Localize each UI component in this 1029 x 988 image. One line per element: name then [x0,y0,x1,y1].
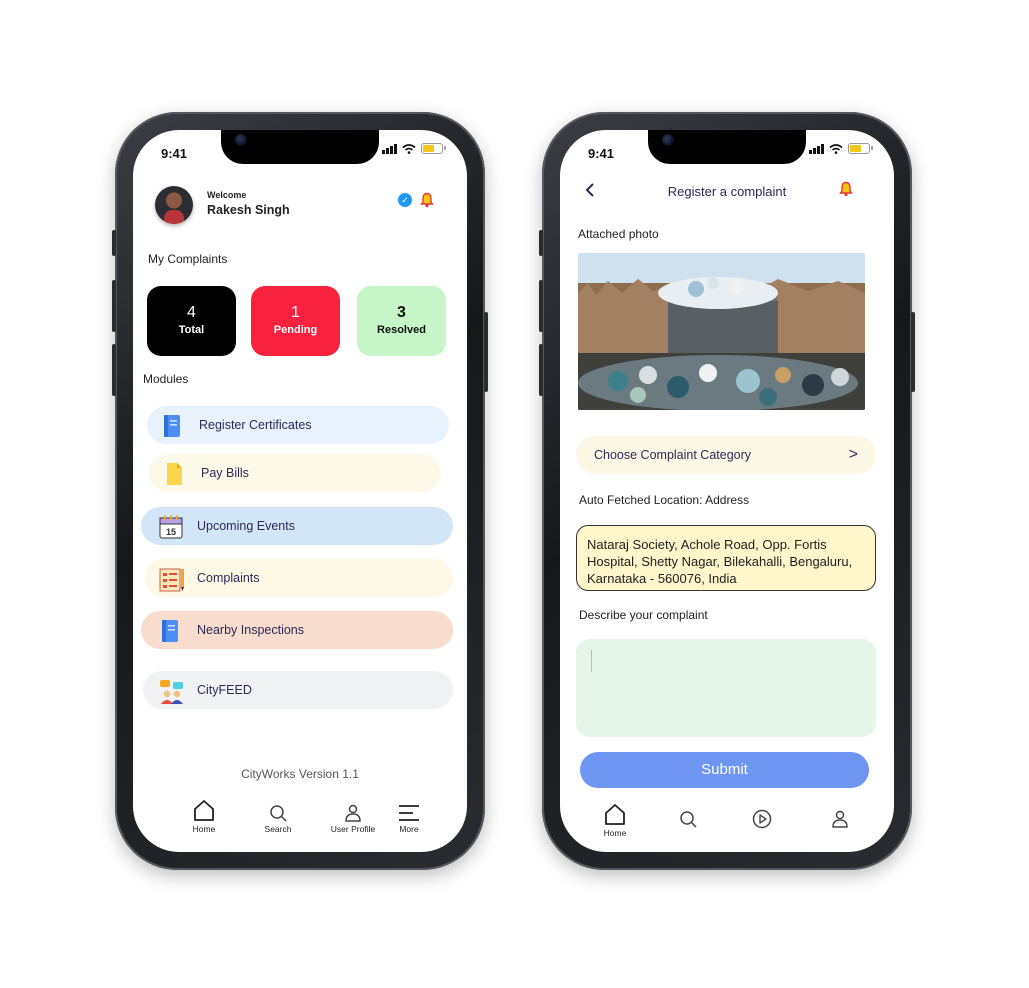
document-icon [163,462,185,485]
address-field[interactable]: Nataraj Society, Achole Road, Opp. Forti… [576,525,876,591]
status-time: 9:41 [588,146,615,161]
power-button [484,312,488,392]
bell-icon[interactable] [419,192,435,208]
nav-label: More [399,824,419,834]
module-nearby-inspections[interactable]: Nearby Inspections [141,611,453,649]
nav-user-profile[interactable]: User Profile [325,804,381,834]
module-complaints[interactable]: Complaints [145,559,453,597]
module-pay-bills[interactable]: Pay Bills [149,454,441,492]
wifi-icon [402,143,416,154]
bell-icon[interactable] [838,181,854,197]
volume-up-button [112,280,116,332]
volume-up-button [539,280,543,332]
nav-user[interactable] [830,810,850,830]
wifi-icon [829,143,843,154]
verified-icon: ✓ [398,193,412,207]
calendar-icon: 15 [159,515,183,539]
signal-icon [809,143,824,154]
play-icon [752,809,772,829]
category-label: Choose Complaint Category [594,448,752,462]
submit-button[interactable]: Submit [580,752,869,788]
checklist-icon [159,567,184,592]
module-label: Pay Bills [201,466,249,480]
search-icon [680,811,697,828]
mute-switch [539,230,543,256]
stat-pending-label: Pending [273,324,318,336]
notch [648,130,806,164]
book-icon [161,414,183,437]
text-caret [591,650,592,672]
stat-total[interactable]: 4 Total [147,286,236,356]
nav-play[interactable] [752,809,772,831]
battery-icon [848,143,873,154]
battery-icon [421,143,446,154]
nav-home[interactable]: Home [185,798,223,834]
chevron-right-icon: > [848,446,858,463]
stat-total-label: Total [178,324,205,336]
nav-label: Home [603,828,627,838]
home-screen: 9:41 Welcome Rakesh Singh ✓ My Complaint… [133,130,467,852]
notch [221,130,379,164]
mute-switch [112,230,116,256]
home-phone: 9:41 Welcome Rakesh Singh ✓ My Complaint… [112,112,488,870]
stat-total-value: 4 [187,304,196,321]
power-button [911,312,915,392]
user-icon [345,804,361,822]
welcome-text: Welcome [207,190,247,200]
status-icons [809,143,873,154]
describe-label: Describe your complaint [579,608,708,622]
module-label: Register Certificates [199,418,312,432]
stat-resolved-label: Resolved [377,324,426,336]
chat-people-icon [159,679,183,704]
module-label: Upcoming Events [197,519,295,533]
app-version: CityWorks Version 1.1 [241,767,359,781]
svg-text:15: 15 [166,527,176,537]
nav-label: Home [192,824,216,834]
location-label: Auto Fetched Location: Address [579,493,750,507]
module-label: Nearby Inspections [197,623,305,637]
home-icon [194,800,214,821]
complaint-category-select[interactable]: Choose Complaint Category > [576,436,876,474]
stat-resolved[interactable]: 3 Resolved [357,286,446,356]
nav-search[interactable] [678,810,698,830]
status-icons [382,143,446,154]
signal-icon [382,143,397,154]
attached-photo[interactable] [578,253,865,410]
volume-down-button [539,344,543,396]
menu-icon [399,805,419,821]
nav-home[interactable]: Home [598,802,632,838]
nav-label: User Profile [330,824,376,834]
register-screen: 9:41 Register a complaint Attached photo [560,130,894,852]
module-upcoming-events[interactable]: 15 Upcoming Events [141,507,453,545]
modules-title: Modules [143,372,189,386]
module-register-certificates[interactable]: Register Certificates [147,406,449,444]
nav-label: Search [264,824,292,834]
user-name: Rakesh Singh [207,203,290,217]
book-icon [159,619,181,642]
stat-resolved-value: 3 [397,304,406,321]
complaint-description-input[interactable] [576,639,876,737]
nav-more[interactable]: More [393,804,425,834]
stat-pending[interactable]: 1 Pending [251,286,340,356]
nav-search[interactable]: Search [259,804,297,834]
avatar[interactable] [155,186,193,224]
volume-down-button [112,344,116,396]
home-icon [605,804,625,825]
register-phone: 9:41 Register a complaint Attached photo [539,112,915,870]
user-icon [832,810,848,828]
attached-photo-label: Attached photo [578,227,659,241]
stat-pending-value: 1 [291,304,300,321]
my-complaints-title: My Complaints [148,252,228,266]
search-icon [270,805,287,822]
module-cityfeed[interactable]: CityFEED [143,671,453,709]
module-label: Complaints [197,571,260,585]
module-label: CityFEED [197,683,252,697]
status-time: 9:41 [161,146,188,161]
